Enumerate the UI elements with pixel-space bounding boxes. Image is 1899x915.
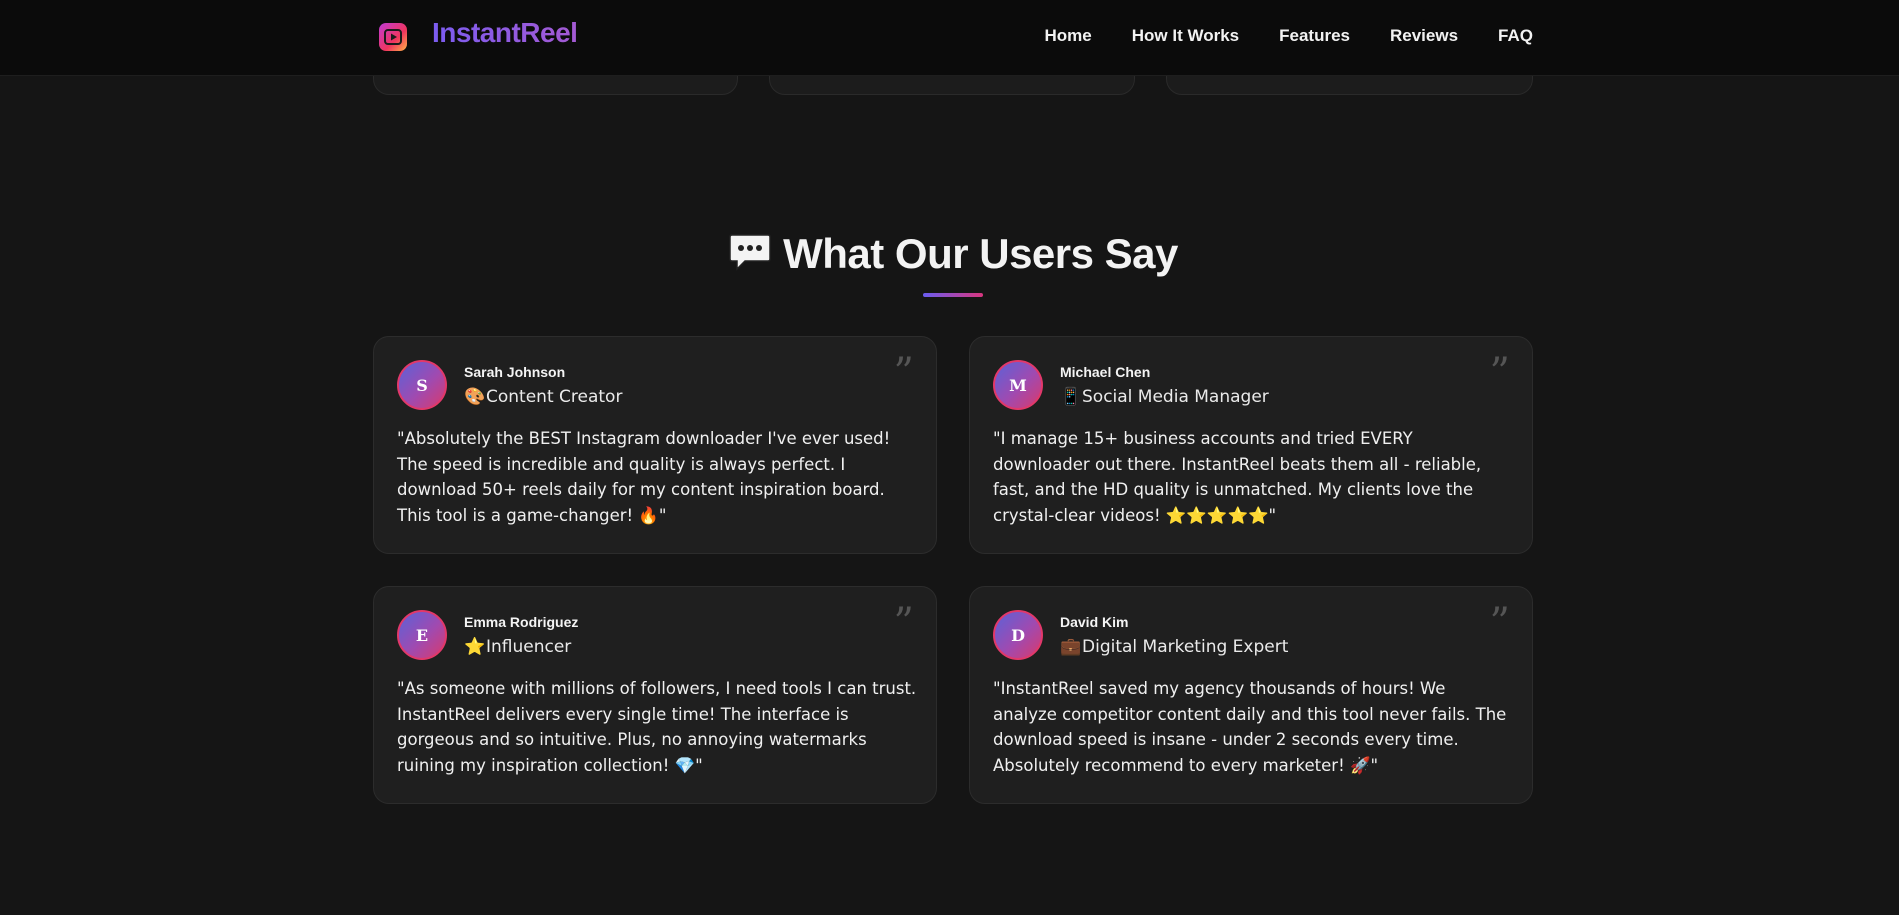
star-icon: ⭐ (464, 637, 486, 657)
reviewer-role-label: Content Creator (486, 387, 623, 407)
brand-name[interactable]: InstantReel (432, 17, 578, 49)
reviewer-role-label: Social Media Manager (1082, 387, 1269, 407)
play-logo-icon[interactable] (379, 23, 407, 51)
reviewer-name: Emma Rodriguez (464, 614, 579, 630)
nav-link-faq[interactable]: FAQ (1498, 26, 1533, 46)
avatar: S (397, 360, 447, 410)
mobile-phone-icon: 📱 (1060, 387, 1082, 407)
speech-bubble-icon (729, 233, 771, 281)
nav-link-home[interactable]: Home (1045, 26, 1092, 46)
avatar: M (993, 360, 1043, 410)
nav-link-how-it-works[interactable]: How It Works (1132, 26, 1239, 46)
briefcase-icon: 💼 (1060, 637, 1082, 657)
review-card: E Emma Rodriguez ⭐Influencer ” "As someo… (373, 586, 937, 804)
review-text: "Absolutely the BEST Instagram downloade… (397, 429, 891, 525)
nav-link-features[interactable]: Features (1279, 26, 1350, 46)
reviewer-role-label: Digital Marketing Expert (1082, 637, 1289, 657)
review-text: "InstantReel saved my agency thousands o… (993, 679, 1507, 775)
main-nav: Home How It Works Features Reviews FAQ (1045, 26, 1533, 46)
reviewer-name: Michael Chen (1060, 364, 1151, 380)
palette-icon: 🎨 (464, 387, 486, 407)
quote-icon: ” (893, 350, 914, 396)
reviewer-role: ⭐Influencer (464, 637, 571, 657)
reviewer-role: 📱Social Media Manager (1060, 387, 1269, 407)
review-card: M Michael Chen 📱Social Media Manager ” "… (969, 336, 1533, 554)
review-text: "I manage 15+ business accounts and trie… (993, 429, 1482, 525)
navbar: InstantReel Home How It Works Features R… (0, 0, 1899, 76)
reviewer-role-label: Influencer (486, 637, 572, 657)
quote-icon: ” (1489, 600, 1510, 646)
review-text: "As someone with millions of followers, … (397, 679, 917, 775)
section-title: What Our Users Say (0, 230, 1899, 281)
reviewer-name: David Kim (1060, 614, 1129, 630)
section-title-text: What Our Users Say (783, 230, 1178, 277)
nav-link-reviews[interactable]: Reviews (1390, 26, 1458, 46)
review-card: D David Kim 💼Digital Marketing Expert ” … (969, 586, 1533, 804)
title-underline (923, 293, 983, 297)
avatar: E (397, 610, 447, 660)
reviewer-role: 🎨Content Creator (464, 387, 622, 407)
reviewer-role: 💼Digital Marketing Expert (1060, 637, 1288, 657)
quote-icon: ” (1489, 350, 1510, 396)
avatar: D (993, 610, 1043, 660)
reviewer-name: Sarah Johnson (464, 364, 566, 380)
review-card: S Sarah Johnson 🎨Content Creator ” "Abso… (373, 336, 937, 554)
quote-icon: ” (893, 600, 914, 646)
